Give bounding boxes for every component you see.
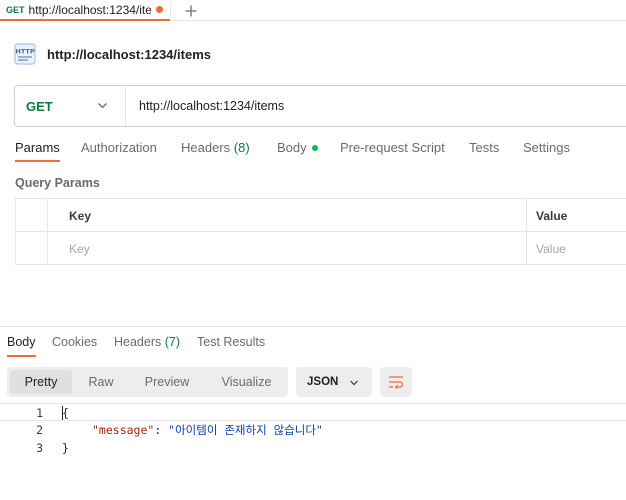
code-line: 2 "message": "아이템이 존재하지 않습니다"	[0, 421, 626, 439]
tab-label: Params	[15, 140, 60, 155]
column-divider	[526, 232, 527, 265]
tab-label: Cookies	[52, 335, 98, 349]
json-key: "message"	[92, 423, 155, 437]
headers-count: (7)	[164, 335, 181, 349]
response-tab-cookies[interactable]: Cookies	[52, 335, 97, 357]
tab-label: Pre-request Script	[340, 140, 445, 155]
tab-body[interactable]: Body	[277, 140, 318, 162]
response-tab-headers[interactable]: Headers (7)	[114, 335, 180, 357]
wrap-lines-icon	[389, 376, 404, 389]
tab-label: Headers	[181, 140, 231, 155]
table-row: Key Value	[16, 232, 626, 265]
tab-strip: GET http://localhost:1234/ite	[0, 0, 626, 21]
wrap-lines-button[interactable]	[380, 367, 412, 397]
method-select[interactable]: GET	[15, 86, 126, 126]
request-header: HTTP http://localhost:1234/items	[14, 42, 211, 66]
row-checkbox[interactable]	[16, 232, 48, 265]
line-number: 3	[36, 441, 43, 455]
visualize-button[interactable]: Visualize	[208, 370, 285, 394]
tab-label: Body	[277, 140, 307, 155]
param-value-input[interactable]: Value	[536, 232, 566, 265]
json-colon: :	[154, 423, 169, 437]
tab-title: http://localhost:1234/ite	[28, 2, 151, 17]
check-column	[16, 199, 48, 232]
http-icon: HTTP	[14, 43, 36, 65]
line-number: 1	[36, 406, 43, 420]
column-divider	[526, 199, 527, 232]
param-key-input[interactable]: Key	[69, 232, 90, 265]
code-text: {	[62, 406, 69, 420]
format-label: JSON	[307, 376, 339, 388]
request-tab[interactable]: GET http://localhost:1234/ite	[0, 0, 170, 21]
tab-separator	[170, 3, 171, 18]
url-bar: GET http://localhost:1234/items	[14, 85, 626, 127]
view-mode-bar: Pretty Raw Preview Visualize	[7, 367, 288, 397]
raw-button[interactable]: Raw	[77, 370, 125, 394]
tab-label: Settings	[523, 140, 570, 155]
tab-authorization[interactable]: Authorization	[81, 140, 157, 162]
body-indicator-icon	[311, 144, 318, 151]
pretty-button[interactable]: Pretty	[10, 370, 72, 394]
json-string-value: "아이템이 존재하지 않습니다"	[168, 423, 323, 437]
response-pane-divider[interactable]	[0, 326, 626, 327]
request-name[interactable]: http://localhost:1234/items	[47, 47, 211, 62]
preview-button[interactable]: Preview	[131, 370, 203, 394]
query-params-title: Query Params	[15, 176, 100, 190]
key-column-header: Key	[69, 208, 92, 223]
headers-count: (8)	[233, 140, 250, 155]
svg-text:HTTP: HTTP	[15, 48, 34, 56]
code-line: 3 }	[0, 439, 626, 457]
chevron-down-icon	[98, 103, 107, 109]
response-tab-body[interactable]: Body	[7, 335, 36, 357]
tab-params[interactable]: Params	[15, 140, 60, 162]
unsaved-dot-icon	[155, 6, 163, 13]
tab-method: GET	[6, 4, 25, 15]
value-column-header: Value	[536, 208, 568, 223]
response-tab-test-results[interactable]: Test Results	[197, 335, 265, 357]
method-label: GET	[26, 98, 53, 114]
tab-label: Headers	[114, 335, 162, 349]
tab-label: Tests	[469, 140, 500, 155]
code-line: 1 {	[0, 403, 626, 421]
tab-label: Test Results	[197, 335, 266, 349]
code-text: }	[62, 441, 69, 455]
response-body-editor[interactable]: 1 { 2 "message": "아이템이 존재하지 않습니다" 3 }	[0, 403, 626, 463]
line-number: 2	[36, 423, 43, 437]
url-input[interactable]: http://localhost:1234/items	[139, 86, 284, 126]
tab-label: Authorization	[81, 140, 157, 155]
tab-label: Body	[7, 335, 36, 349]
tab-headers[interactable]: Headers (8)	[181, 140, 250, 162]
table-header-row: Key Value	[16, 199, 626, 232]
chevron-down-icon	[350, 380, 358, 386]
tab-pre-request-script[interactable]: Pre-request Script	[340, 140, 445, 162]
format-select[interactable]: JSON	[296, 367, 372, 397]
tab-settings[interactable]: Settings	[523, 140, 570, 162]
plus-icon	[185, 5, 197, 16]
params-table: Key Value Key Value	[15, 198, 626, 265]
tab-tests[interactable]: Tests	[469, 140, 499, 162]
new-tab-button[interactable]	[180, 0, 202, 21]
code-text: "message": "아이템이 존재하지 않습니다"	[92, 421, 323, 439]
